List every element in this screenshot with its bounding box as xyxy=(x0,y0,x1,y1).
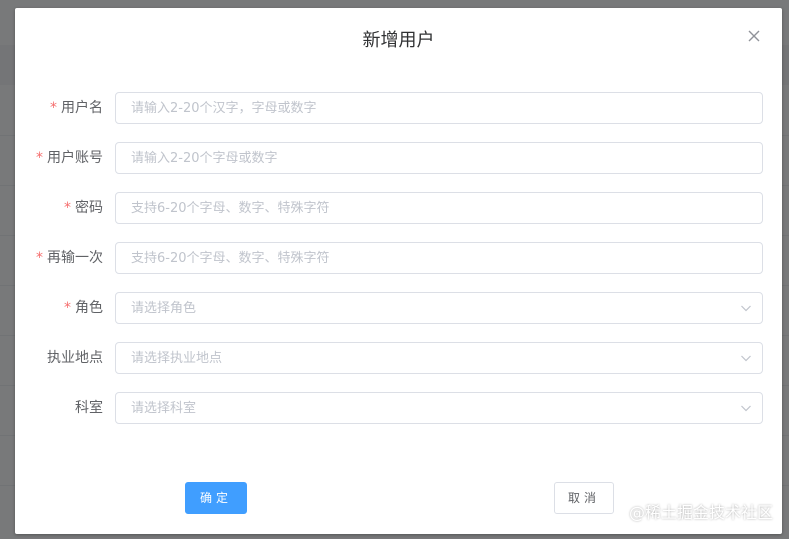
practice-location-label-text: 执业地点 xyxy=(47,350,103,366)
close-button[interactable] xyxy=(746,28,762,44)
password-input[interactable] xyxy=(116,193,731,223)
department-label-text: 科室 xyxy=(75,400,103,416)
cancel-button[interactable]: 取消 xyxy=(554,482,614,514)
add-user-dialog: 新增用户 *用户名 *用户账号 *密码 *再输一次 xyxy=(15,8,782,534)
practice-location-label: 执业地点 xyxy=(15,342,103,374)
role-label-text: 角色 xyxy=(75,300,103,316)
password-label-text: 密码 xyxy=(75,200,103,216)
password-input-wrapper xyxy=(115,192,763,224)
role-select[interactable] xyxy=(115,292,763,324)
password-label: * 密码 xyxy=(15,192,103,224)
username-label: * 用户名 xyxy=(15,92,103,124)
account-input[interactable] xyxy=(116,143,731,173)
form-item-department: 科室 xyxy=(15,392,782,424)
form-item-account: * 用户账号 xyxy=(15,142,782,174)
watermark: @稀土掘金技术社区 xyxy=(628,503,773,522)
chevron-down-icon xyxy=(740,402,752,414)
role-label: * 角色 xyxy=(15,292,103,324)
form-item-confirm-password: * 再输一次 xyxy=(15,242,782,274)
dialog-title: 新增用户 xyxy=(362,30,435,51)
account-label-text: 用户账号 xyxy=(47,150,103,166)
account-input-wrapper xyxy=(115,142,763,174)
required-mark: * xyxy=(36,250,43,266)
confirm-password-input[interactable] xyxy=(116,243,731,273)
role-select-input[interactable] xyxy=(116,293,731,323)
confirm-password-input-wrapper xyxy=(115,242,763,274)
required-mark: * xyxy=(64,200,71,216)
username-input[interactable] xyxy=(116,93,731,123)
username-input-wrapper xyxy=(115,92,763,124)
required-mark: * xyxy=(50,100,57,116)
account-label: * 用户账号 xyxy=(15,142,103,174)
form-item-role: * 角色 xyxy=(15,292,782,324)
practice-location-select[interactable] xyxy=(115,342,763,374)
confirm-button[interactable]: 确定 xyxy=(185,482,247,514)
chevron-down-icon xyxy=(740,352,752,364)
chevron-down-icon xyxy=(740,302,752,314)
form-item-password: * 密码 xyxy=(15,192,782,224)
department-select-input[interactable] xyxy=(116,393,731,423)
practice-location-select-input[interactable] xyxy=(116,343,731,373)
required-mark: * xyxy=(64,300,71,316)
department-label: 科室 xyxy=(15,392,103,424)
required-mark: * xyxy=(36,150,43,166)
close-icon xyxy=(746,28,762,44)
form-item-username: * 用户名 xyxy=(15,92,782,124)
username-label-text: 用户名 xyxy=(61,100,103,116)
confirm-password-label-text: 再输一次 xyxy=(47,250,103,266)
confirm-password-label: * 再输一次 xyxy=(15,242,103,274)
form-item-practice-location: 执业地点 xyxy=(15,342,782,374)
department-select[interactable] xyxy=(115,392,763,424)
